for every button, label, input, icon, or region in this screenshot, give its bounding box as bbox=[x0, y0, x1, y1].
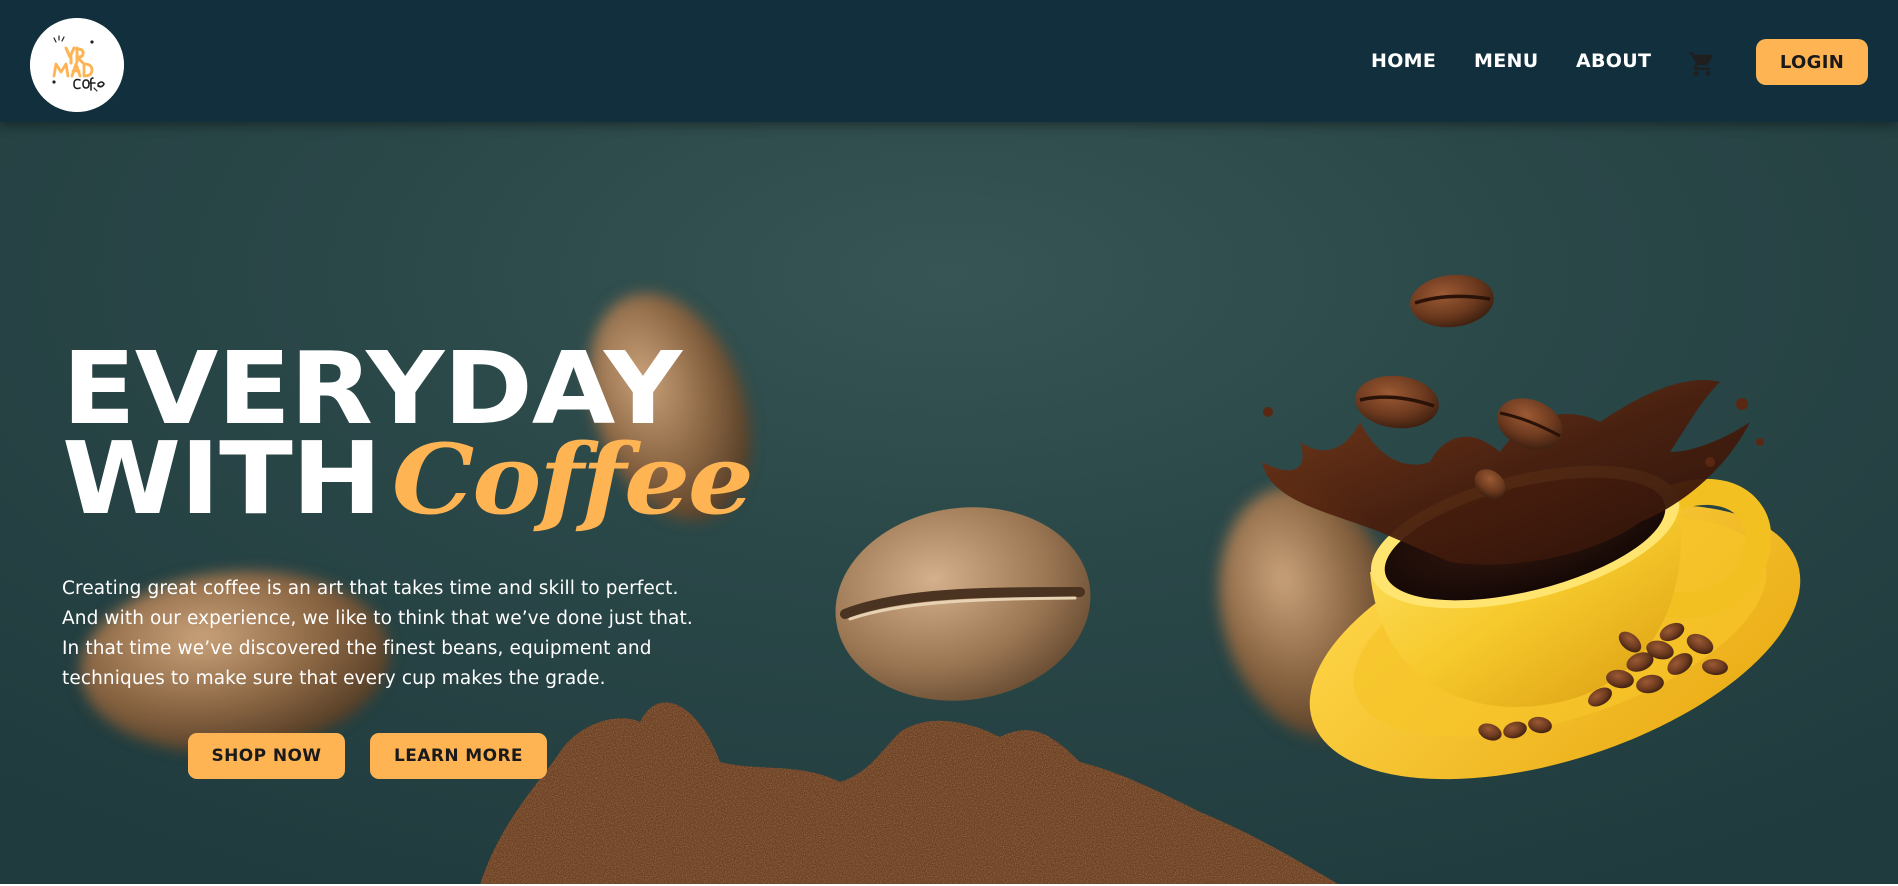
learn-more-button[interactable]: LEARN MORE bbox=[370, 733, 547, 779]
ground-coffee-mound bbox=[480, 702, 1340, 885]
cart-icon-graphic bbox=[1689, 52, 1713, 76]
cart-icon[interactable] bbox=[1688, 50, 1716, 78]
hero-section: EVERYDAY WITH Coffee Creating great coffe… bbox=[0, 122, 1898, 885]
hero-headline: EVERYDAY WITH Coffee bbox=[62, 339, 754, 529]
navbar: HOME MENU ABOUT LOGIN bbox=[0, 0, 1898, 122]
hero-description: Creating great coffee is an art that tak… bbox=[62, 578, 693, 689]
brand-logo[interactable] bbox=[30, 18, 124, 112]
nav-about-link[interactable]: ABOUT bbox=[1576, 50, 1651, 78]
nav-menu-link[interactable]: MENU bbox=[1474, 50, 1538, 78]
landing-page: HOME MENU ABOUT LOGIN EVERYDAY WITH Coff… bbox=[0, 0, 1898, 886]
logo-graphic bbox=[30, 18, 124, 112]
shop-now-button[interactable]: SHOP NOW bbox=[188, 733, 345, 779]
center-coffee-bean bbox=[835, 507, 1091, 701]
nav-home-link[interactable]: HOME bbox=[1371, 50, 1436, 78]
headline-with: WITH bbox=[62, 420, 382, 537]
headline-line-2: WITH Coffee bbox=[62, 429, 754, 529]
headline-coffee-accent: Coffee bbox=[391, 423, 754, 536]
login-button[interactable]: LOGIN bbox=[1756, 39, 1868, 85]
